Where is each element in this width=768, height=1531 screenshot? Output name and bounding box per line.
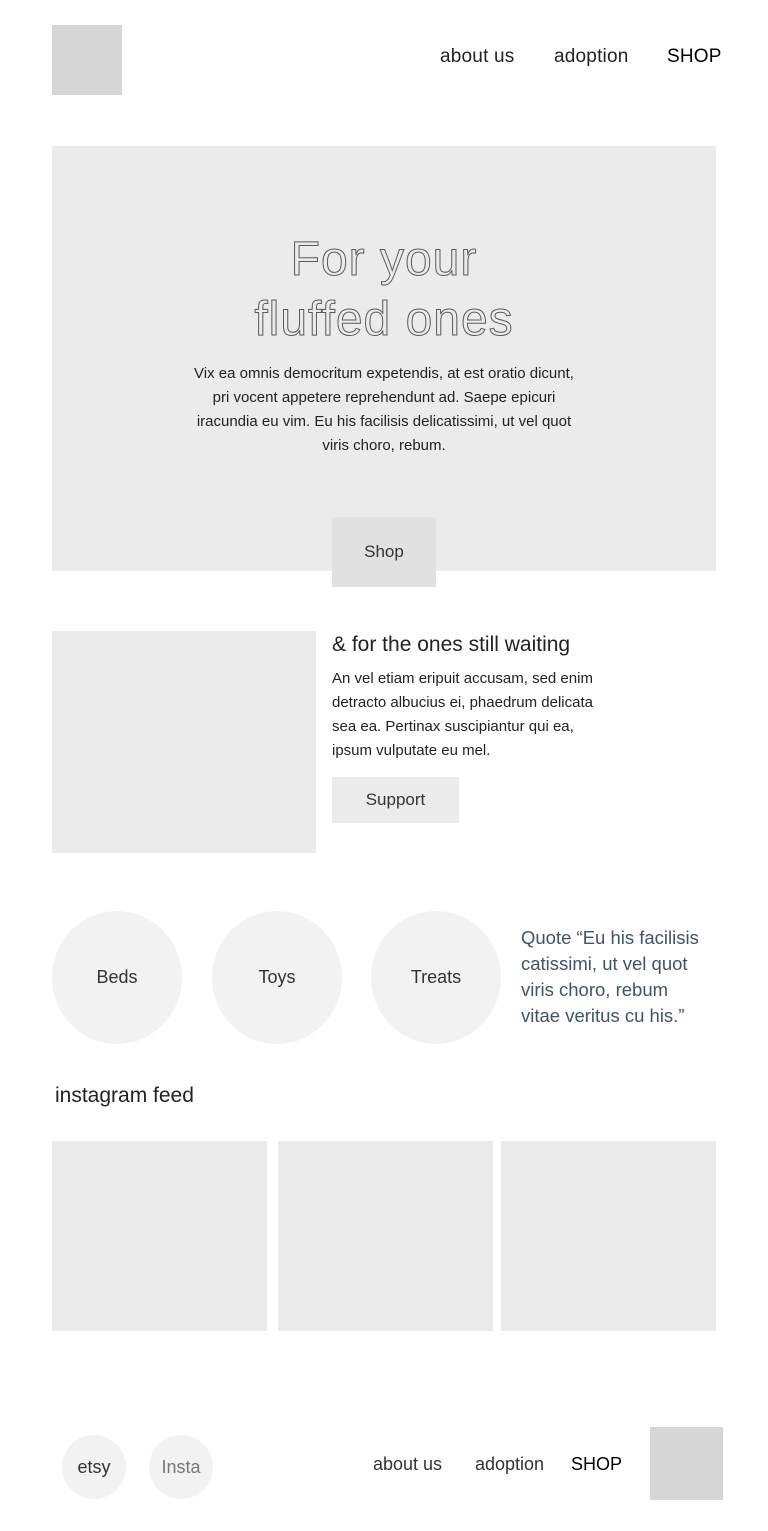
waiting-section-text: An vel etiam eripuit accusam, sed enim d… [332, 670, 593, 759]
instagram-post[interactable] [278, 1141, 493, 1331]
testimonial-quote: Quote “Eu his facilisis catissimi, ut ve… [521, 927, 699, 1026]
footer-nav-shop[interactable]: SHOP [571, 1454, 622, 1475]
shop-button[interactable]: Shop [332, 517, 436, 587]
logo-placeholder[interactable] [52, 25, 122, 95]
footer-nav-about-us[interactable]: about us [373, 1454, 442, 1475]
instagram-feed-title: instagram feed [55, 1084, 194, 1107]
instagram-post[interactable] [52, 1141, 267, 1331]
hero-description: Vix ea omnis democritum expetendis, at e… [194, 365, 574, 454]
support-button[interactable]: Support [332, 777, 459, 823]
footer-nav-adoption[interactable]: adoption [475, 1454, 544, 1475]
hero-banner: For your fluffed ones Vix ea omnis democ… [52, 146, 716, 571]
hero-title-line1: For your [290, 233, 478, 287]
adoption-image-placeholder [52, 631, 316, 853]
category-toys[interactable]: Toys [212, 911, 342, 1044]
category-treats[interactable]: Treats [371, 911, 501, 1044]
nav-adoption[interactable]: adoption [554, 46, 629, 68]
nav-shop[interactable]: SHOP [667, 46, 722, 68]
category-beds[interactable]: Beds [52, 911, 182, 1044]
hero-title-line2: fluffed ones [254, 293, 514, 347]
waiting-section-title: & for the ones still waiting [332, 633, 571, 656]
hero-title: For your fluffed ones [52, 230, 716, 350]
nav-about-us[interactable]: about us [440, 46, 515, 68]
instagram-link[interactable]: Insta [149, 1435, 213, 1499]
footer-logo-placeholder[interactable] [650, 1427, 723, 1500]
etsy-link[interactable]: etsy [62, 1435, 126, 1499]
instagram-post[interactable] [501, 1141, 716, 1331]
